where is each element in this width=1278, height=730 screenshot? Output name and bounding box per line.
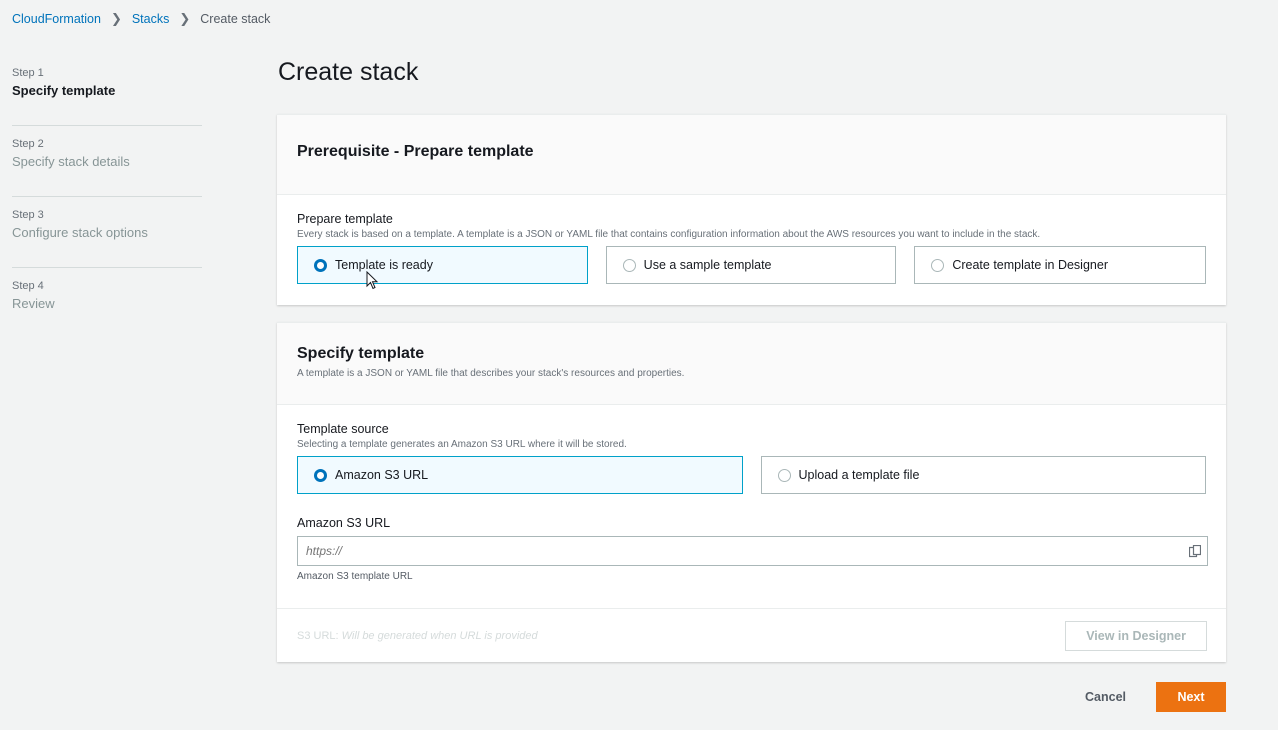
wizard-actions: Cancel Next: [1075, 682, 1226, 712]
breadcrumb-stacks[interactable]: Stacks: [132, 12, 170, 26]
wizard-step-1: Step 1 Specify template: [12, 67, 202, 126]
copy-icon[interactable]: [1189, 545, 1201, 558]
step-number: Step 2: [12, 138, 44, 150]
template-source-label: Template source: [297, 422, 389, 436]
option-template-ready[interactable]: Template is ready: [297, 246, 588, 284]
prerequisite-heading: Prerequisite - Prepare template: [297, 143, 534, 160]
next-button[interactable]: Next: [1156, 682, 1226, 712]
radio-icon[interactable]: [931, 258, 945, 272]
source-upload-file[interactable]: Upload a template file: [760, 456, 1206, 494]
breadcrumb: CloudFormation ❯ Stacks ❯ Create stack: [12, 11, 270, 27]
step-label: Review: [12, 296, 55, 311]
chevron-right-icon: ❯: [110, 11, 122, 26]
radio-icon[interactable]: [622, 258, 636, 272]
wizard-step-2: Step 2 Specify stack details: [12, 138, 202, 197]
s3-url-hint: Amazon S3 template URL: [297, 571, 413, 582]
template-source-description: Selecting a template generates an Amazon…: [297, 439, 627, 450]
view-in-designer-button[interactable]: View in Designer: [1065, 620, 1207, 651]
specify-template-description: A template is a JSON or YAML file that d…: [297, 368, 685, 379]
step-number: Step 3: [12, 209, 44, 221]
s3-url-status: S3 URL: Will be generated when URL is pr…: [297, 630, 538, 642]
breadcrumb-cloudformation[interactable]: CloudFormation: [12, 12, 101, 26]
option-label: Use a sample template: [643, 258, 772, 272]
specify-template-heading: Specify template: [297, 345, 425, 362]
source-amazon-s3-url[interactable]: Amazon S3 URL: [297, 456, 743, 494]
step-label: Specify stack details: [12, 154, 130, 169]
cancel-button[interactable]: Cancel: [1075, 690, 1136, 704]
step-number: Step 1: [12, 67, 44, 79]
prepare-template-label: Prepare template: [297, 212, 393, 226]
s3-url-label: Amazon S3 URL: [297, 516, 391, 530]
chevron-right-icon: ❯: [179, 11, 191, 26]
option-sample-template[interactable]: Use a sample template: [605, 246, 897, 284]
radio-selected-icon[interactable]: [314, 258, 327, 272]
breadcrumb-current: Create stack: [200, 12, 271, 26]
option-label: Amazon S3 URL: [335, 468, 429, 482]
option-label: Create template in Designer: [952, 258, 1108, 272]
mouse-cursor-icon: [366, 271, 379, 290]
s3-url-input[interactable]: [306, 544, 1186, 558]
specify-template-panel: Specify template A template is a JSON or…: [277, 322, 1226, 662]
option-label: Template is ready: [335, 258, 433, 272]
prepare-template-description: Every stack is based on a template. A te…: [297, 229, 1041, 240]
radio-selected-icon[interactable]: [314, 468, 327, 482]
option-label: Upload a template file: [798, 468, 920, 482]
step-label: Specify template: [12, 83, 116, 98]
wizard-steps: Step 1 Specify template Step 2 Specify s…: [12, 66, 202, 351]
step-label: Configure stack options: [12, 225, 148, 240]
step-number: Step 4: [12, 280, 44, 292]
wizard-step-3: Step 3 Configure stack options: [12, 209, 202, 268]
option-create-in-designer[interactable]: Create template in Designer: [914, 246, 1207, 284]
wizard-step-4: Step 4 Review: [12, 280, 202, 339]
prerequisite-panel: Prerequisite - Prepare template Prepare …: [277, 114, 1226, 305]
s3-url-status-value: Will be generated when URL is provided: [341, 629, 538, 642]
radio-icon[interactable]: [777, 468, 791, 482]
s3-url-field[interactable]: [297, 536, 1208, 566]
s3-url-status-label: S3 URL:: [297, 629, 339, 642]
page-title: Create stack: [278, 58, 419, 86]
